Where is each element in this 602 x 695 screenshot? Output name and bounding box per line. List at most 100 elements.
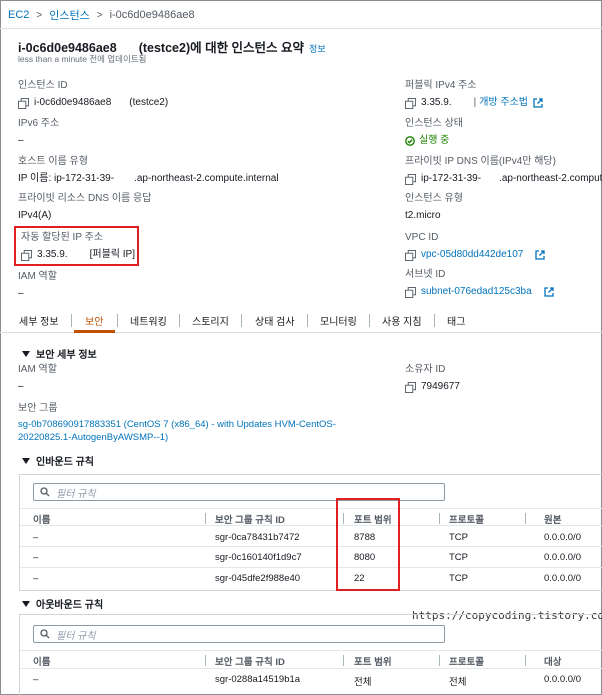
public-ipv4-label: 퍼블릭 IPv4 주소	[405, 80, 477, 91]
private-ip-dns-label: 프라이빗 IP DNS 이름(IPv4만 해당)	[405, 156, 556, 167]
sec-iam-label: IAM 역할	[18, 364, 57, 375]
chevron-right-icon: >	[36, 9, 43, 21]
hostname-type-label: 호스트 이름 유형	[18, 156, 88, 167]
table-cell: –	[33, 532, 39, 543]
tab-instructions[interactable]: 사용 지침	[382, 313, 422, 328]
col-header-source[interactable]: 원본	[544, 512, 561, 526]
col-header-protocol[interactable]: 프로토콜	[449, 512, 484, 526]
tab-monitoring[interactable]: 모니터링	[320, 313, 357, 328]
vpc-label: VPC ID	[405, 232, 439, 243]
private-dns-label: 프라이빗 리소스 DNS 이름 응답	[18, 193, 152, 204]
external-link-icon[interactable]	[533, 98, 543, 108]
instance-name-value: (testce2)	[129, 97, 169, 108]
table-cell: sgr-0288a14519b1a	[215, 674, 301, 685]
sec-iam-field: IAM 역할 –	[18, 363, 57, 394]
search-icon	[40, 629, 50, 639]
security-group-link[interactable]: sg-0b708690917883351 (CentOS 7 (x86_64) …	[18, 418, 336, 431]
col-header-destination[interactable]: 대상	[544, 654, 561, 668]
breadcrumb: EC2 > 인스턴스 > i-0c6d0e9486ae8	[8, 8, 195, 22]
open-address-link[interactable]: 개방 주소법	[479, 96, 528, 110]
copy-icon[interactable]	[405, 286, 416, 298]
table-cell: 0.0.0.0/0	[544, 573, 581, 584]
col-header-name[interactable]: 이름	[33, 512, 50, 526]
table-cell: 전체	[449, 677, 467, 688]
private-dns-field: 프라이빗 리소스 DNS 이름 응답 IPv4(A)	[18, 192, 151, 223]
security-details-header[interactable]: 보안 세부 정보	[22, 346, 97, 361]
col-header-protocol[interactable]: 프로토콜	[449, 654, 484, 668]
search-icon	[40, 487, 50, 497]
table-cell: 전체	[354, 677, 372, 688]
tab-tags[interactable]: 태그	[447, 313, 465, 328]
subnet-label: 서브넷 ID	[405, 269, 446, 280]
caret-down-icon	[22, 350, 30, 357]
instance-id-field: 인스턴스 ID i-0c6d0e9486ae8 (testce2)	[18, 79, 168, 110]
private-ip-dns-suffix: .ap-northeast-2.compute.	[499, 173, 602, 184]
highlight-box	[14, 226, 139, 266]
copy-icon[interactable]	[405, 249, 416, 261]
instance-state-value: 실행 중	[419, 135, 450, 146]
instance-state-field: 인스턴스 상태 실행 중	[405, 117, 463, 148]
copy-icon[interactable]	[405, 97, 416, 109]
tab-security[interactable]: 보안	[85, 313, 103, 328]
breadcrumb-current: i-0c6d0e9486ae8	[109, 9, 195, 21]
table-cell: sgr-0c160140f1d9c7	[215, 552, 302, 563]
vpc-field: VPC ID vpc-05d80dd442de107	[405, 231, 545, 262]
inbound-rules-header[interactable]: 인바운드 규칙	[22, 453, 94, 468]
col-header-port-range[interactable]: 포트 범위	[354, 654, 392, 668]
instance-type-value: t2.micro	[405, 210, 441, 221]
copy-icon[interactable]	[405, 173, 416, 185]
col-header-name[interactable]: 이름	[33, 654, 50, 668]
table-cell: TCP	[449, 532, 468, 543]
external-link-icon[interactable]	[535, 250, 545, 260]
external-link-icon[interactable]	[544, 287, 554, 297]
private-dns-value: IPv4(A)	[18, 210, 52, 221]
owner-value: 7949677	[421, 381, 460, 392]
breadcrumb-ec2[interactable]: EC2	[8, 9, 29, 21]
updated-text: less than a minute 전에 업데이트됨	[18, 54, 147, 64]
inbound-rules-panel: 필터 규칙 이름 보안 그룹 규칙 ID 포트 범위 프로토콜 원본 – sgr…	[19, 474, 602, 591]
check-circle-icon	[405, 136, 415, 146]
active-tab-indicator	[74, 330, 115, 333]
security-group-label: 보안 그룹	[18, 403, 58, 414]
info-link[interactable]: 정보	[309, 42, 326, 55]
table-cell: –	[33, 552, 39, 563]
copy-icon[interactable]	[405, 381, 416, 393]
copy-icon[interactable]	[18, 97, 29, 109]
table-cell: sgr-045dfe2f988e40	[215, 573, 301, 584]
tab-details[interactable]: 세부 정보	[19, 313, 59, 328]
ipv6-field: IPv6 주소 –	[18, 117, 59, 148]
divider	[0, 28, 602, 29]
subnet-link[interactable]: subnet-076edad125c3ba	[421, 285, 532, 299]
chevron-right-icon: >	[96, 9, 103, 21]
table-cell: sgr-0ca78431b7472	[215, 532, 300, 543]
table-cell: –	[33, 674, 39, 685]
inbound-rules-title: 인바운드 규칙	[36, 457, 94, 468]
security-group-link-cont[interactable]: 20220825.1-AutogenByAWSMP--1)	[18, 431, 336, 444]
outbound-rules-header[interactable]: 아웃바운드 규칙	[22, 596, 103, 611]
owner-label: 소유자 ID	[405, 364, 446, 375]
vpc-link[interactable]: vpc-05d80dd442de107	[421, 248, 523, 262]
tab-networking[interactable]: 네트워킹	[130, 313, 167, 328]
instance-id-label: 인스턴스 ID	[18, 80, 68, 91]
outbound-rules-title: 아웃바운드 규칙	[36, 600, 104, 611]
caret-down-icon	[22, 600, 30, 607]
sec-iam-value: –	[18, 381, 24, 392]
instance-type-label: 인스턴스 유형	[405, 193, 463, 204]
col-header-rule-id[interactable]: 보안 그룹 규칙 ID	[215, 654, 285, 668]
page-title-text: (testce2)에 대한 인스턴스 요약	[138, 41, 305, 55]
col-header-rule-id[interactable]: 보안 그룹 규칙 ID	[215, 512, 285, 526]
outbound-filter-placeholder: 필터 규칙	[56, 630, 96, 642]
table-cell: TCP	[449, 552, 468, 563]
port-range-highlight-box	[336, 498, 400, 591]
table-cell: 0.0.0.0/0	[544, 552, 581, 563]
tab-storage[interactable]: 스토리지	[192, 313, 229, 328]
outbound-filter-input[interactable]: 필터 규칙	[33, 625, 445, 643]
breadcrumb-instances[interactable]: 인스턴스	[49, 7, 89, 23]
tab-status-checks[interactable]: 상태 검사	[255, 313, 295, 328]
caret-down-icon	[22, 457, 30, 464]
iam-label: IAM 역할	[18, 271, 57, 282]
iam-field: IAM 역할 –	[18, 270, 57, 301]
instance-state-label: 인스턴스 상태	[405, 118, 463, 129]
public-ipv4-value: 3.35.9.	[421, 97, 452, 108]
hostname-type-field: 호스트 이름 유형 IP 이름: ip-172-31-39- .ap-north…	[18, 155, 279, 186]
